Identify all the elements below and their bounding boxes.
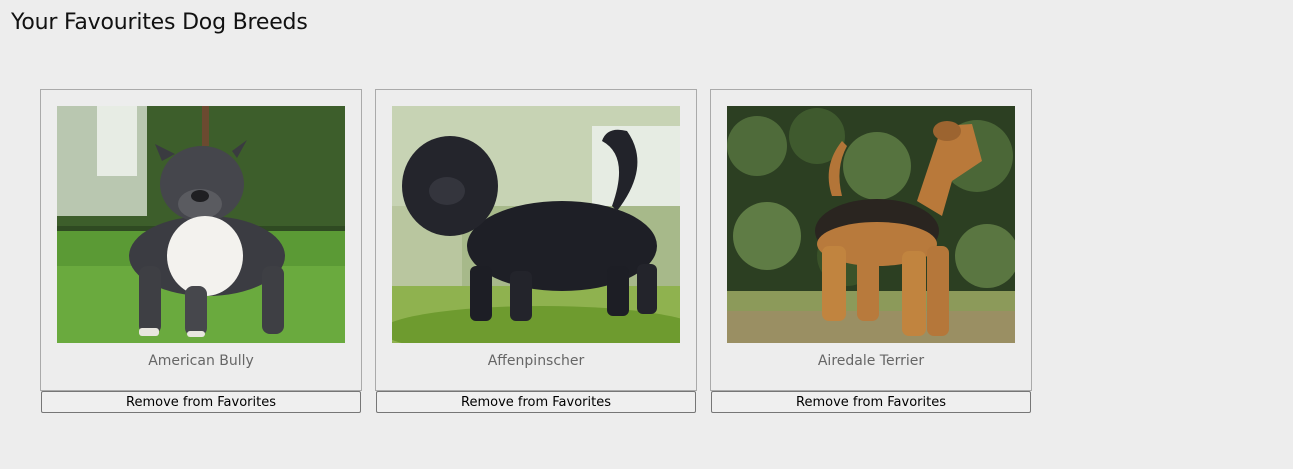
remove-from-favorites-button[interactable]: Remove from Favorites	[711, 391, 1031, 413]
remove-from-favorites-button[interactable]: Remove from Favorites	[41, 391, 361, 413]
breed-name: American Bully	[148, 353, 254, 369]
favorite-card-wrapper: American Bully Remove from Favorites	[40, 89, 362, 413]
favorite-card: Affenpinscher	[375, 89, 697, 391]
favorite-card-wrapper: Airedale Terrier Remove from Favorites	[710, 89, 1032, 413]
favorite-card: Airedale Terrier	[710, 89, 1032, 391]
favorites-list: American Bully Remove from Favorites Aff…	[40, 89, 1032, 413]
breed-name: Airedale Terrier	[817, 353, 925, 369]
airedale-terrier-photo	[727, 106, 1015, 343]
remove-from-favorites-button[interactable]: Remove from Favorites	[376, 391, 696, 413]
breed-name: Affenpinscher	[487, 353, 585, 369]
affenpinscher-photo	[392, 106, 680, 343]
american-bully-photo	[57, 106, 345, 343]
page-title: Your Favourites Dog Breeds	[11, 10, 308, 35]
favorite-card: American Bully	[40, 89, 362, 391]
favorite-card-wrapper: Affenpinscher Remove from Favorites	[375, 89, 697, 413]
